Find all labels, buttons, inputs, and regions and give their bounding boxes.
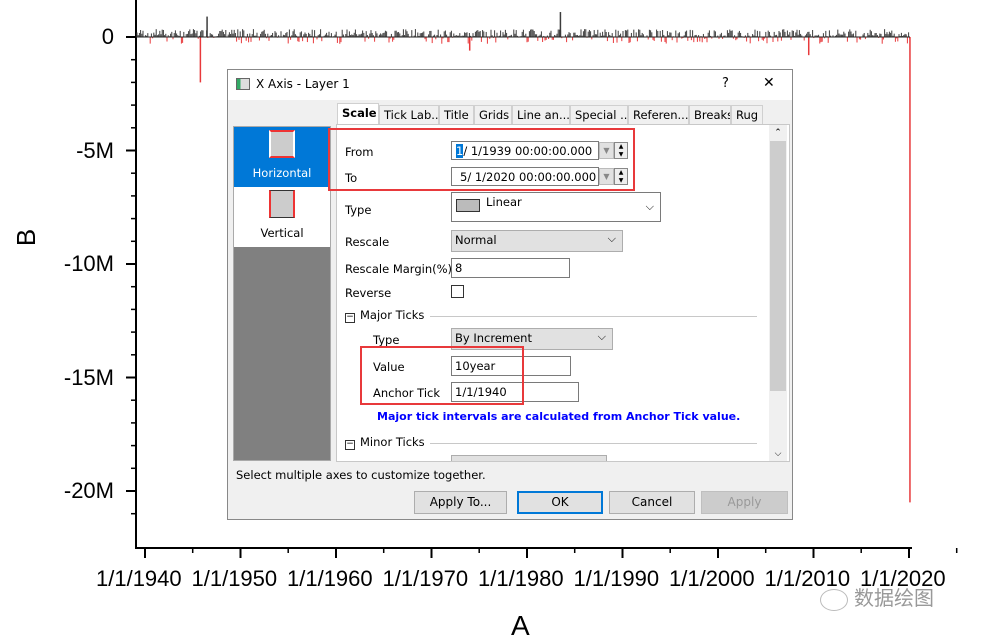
dialog-title-bar[interactable]: X Axis - Layer 1 ? ✕ bbox=[228, 70, 792, 100]
tab-line-and-ticks[interactable]: Line an... bbox=[512, 105, 570, 125]
x-tick-label: 1/1/1980 bbox=[478, 566, 564, 591]
chevron-down-icon: ⌵ bbox=[645, 200, 654, 213]
status-text: Select multiple axes to customize togeth… bbox=[236, 468, 486, 482]
watermark: 数据绘图 bbox=[820, 582, 934, 611]
tab-special-ticks[interactable]: Special ... bbox=[570, 105, 628, 125]
x-tick-label: 1/1/1960 bbox=[287, 566, 373, 591]
apply-button[interactable]: Apply bbox=[701, 491, 788, 514]
x-tick-label: 1/1/2000 bbox=[669, 566, 755, 591]
x-tick-label: 1/1/1990 bbox=[573, 566, 660, 591]
anchor-tick-note: Major tick intervals are calculated from… bbox=[377, 410, 741, 423]
rescale-margin-label: Rescale Margin(%) bbox=[345, 262, 453, 276]
ok-button[interactable]: OK bbox=[517, 491, 603, 514]
help-button[interactable]: ? bbox=[722, 76, 729, 91]
highlight-from-to bbox=[328, 128, 635, 191]
rescale-select[interactable]: Normal ⌵ bbox=[451, 230, 623, 252]
y-tick-label: -15M bbox=[63, 364, 114, 390]
axis-selector-panel: Horizontal Vertical bbox=[233, 126, 331, 461]
chevron-down-icon: ⌵ bbox=[597, 330, 606, 343]
scale-tab-content: From 1/ 1/1939 00:00:00.000 ▼ ▲ ▼ To 5/ 1… bbox=[328, 124, 790, 462]
y-tick-label: -20M bbox=[63, 478, 114, 503]
close-button[interactable]: ✕ bbox=[763, 75, 775, 91]
vertical-axis-icon bbox=[269, 190, 295, 218]
scrollbar-thumb[interactable] bbox=[770, 141, 786, 391]
tab-breaks[interactable]: Breaks bbox=[689, 105, 731, 125]
minor-type-select-partial[interactable] bbox=[451, 455, 607, 461]
type-label: Type bbox=[345, 203, 372, 217]
tab-grids[interactable]: Grids bbox=[474, 105, 512, 125]
dialog-title: X Axis - Layer 1 bbox=[256, 77, 350, 91]
axis-item-vertical[interactable]: Vertical bbox=[234, 187, 330, 247]
major-type-label: Type bbox=[373, 333, 400, 347]
y-tick-label: 0 bbox=[101, 24, 114, 49]
x-axis-title: A bbox=[511, 610, 530, 641]
scroll-down-icon[interactable]: ⌵ bbox=[769, 449, 787, 459]
minor-ticks-section: − Minor Ticks bbox=[345, 435, 757, 450]
highlight-value-anchor bbox=[360, 346, 524, 405]
rescale-label: Rescale bbox=[345, 235, 390, 249]
app-icon bbox=[236, 78, 250, 90]
tab-reference-lines[interactable]: Referen... bbox=[628, 105, 689, 125]
y-axis-title: B bbox=[11, 228, 42, 247]
x-tick-label: 1/1/1970 bbox=[382, 566, 469, 591]
type-select[interactable]: Linear ⌵ bbox=[451, 192, 661, 222]
linear-scale-icon bbox=[456, 199, 480, 212]
scroll-up-icon[interactable]: ⌃ bbox=[769, 125, 787, 141]
rescale-margin-input[interactable]: 8 bbox=[451, 258, 570, 278]
cancel-button[interactable]: Cancel bbox=[609, 491, 695, 514]
y-tick-label: -10M bbox=[63, 251, 114, 276]
horizontal-axis-icon bbox=[269, 130, 295, 158]
x-tick-label: 1/1/1950 bbox=[191, 566, 278, 591]
apply-to-button[interactable]: Apply To... bbox=[414, 491, 507, 514]
vertical-scrollbar[interactable]: ⌃ ⌵ bbox=[769, 125, 787, 461]
tab-tick-labels[interactable]: Tick Lab... bbox=[379, 105, 439, 125]
axis-item-horizontal[interactable]: Horizontal bbox=[234, 127, 330, 187]
wechat-icon bbox=[820, 588, 848, 611]
chevron-down-icon: ⌵ bbox=[607, 232, 616, 245]
tab-scale[interactable]: Scale bbox=[337, 103, 379, 125]
x-tick-label: 1/1/1940 bbox=[96, 566, 182, 591]
major-ticks-section: − Major Ticks bbox=[345, 308, 757, 323]
collapse-major-ticks-icon[interactable]: − bbox=[345, 313, 355, 323]
tab-title[interactable]: Title bbox=[439, 105, 474, 125]
reverse-label: Reverse bbox=[345, 286, 392, 300]
y-tick-label: -5M bbox=[76, 137, 114, 163]
x-axis-dialog: X Axis - Layer 1 ? ✕ Scale Tick Lab... T… bbox=[227, 69, 793, 520]
axis-item-label: Vertical bbox=[260, 226, 304, 240]
tab-rug[interactable]: Rug bbox=[731, 105, 763, 125]
axis-item-label: Horizontal bbox=[252, 166, 312, 180]
reverse-checkbox[interactable] bbox=[451, 285, 464, 298]
collapse-minor-ticks-icon[interactable]: − bbox=[345, 440, 355, 450]
